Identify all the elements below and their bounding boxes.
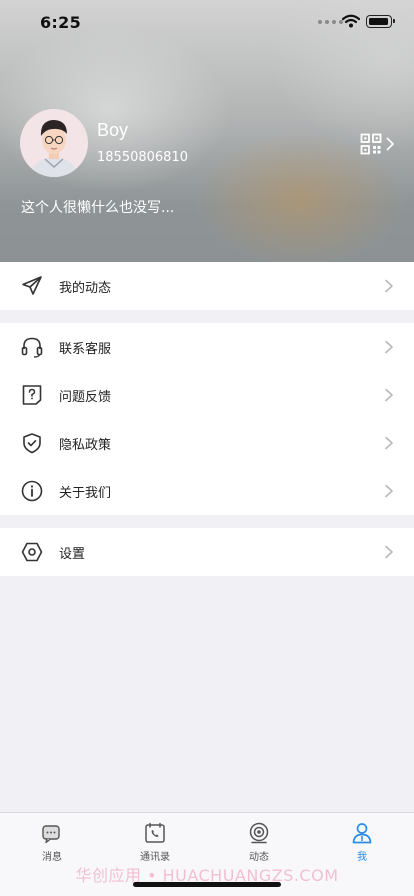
menu-item-label: 问题反馈 bbox=[59, 390, 112, 405]
menu-item-about-us[interactable]: 关于我们 bbox=[0, 467, 414, 515]
tab-label: 消息 bbox=[42, 852, 62, 863]
tab-contacts[interactable]: 通讯录 bbox=[103, 813, 207, 867]
tab-label: 动态 bbox=[249, 852, 269, 863]
menu-item-label: 关于我们 bbox=[59, 486, 112, 501]
person-icon bbox=[352, 823, 372, 844]
menu-group-settings: 设置 bbox=[0, 528, 414, 576]
menu-item-label: 联系客服 bbox=[59, 342, 112, 357]
qr-code-icon bbox=[360, 133, 382, 155]
chevron-right-icon bbox=[385, 545, 393, 559]
profile-header: 6:25 Boy 18550806810 这个人很懒什么也没写... bbox=[0, 0, 414, 262]
tab-messages[interactable]: 消息 bbox=[0, 813, 104, 867]
chevron-right-icon bbox=[386, 137, 394, 151]
tab-me[interactable]: 我 bbox=[310, 813, 414, 867]
menu-item-feedback[interactable]: 问题反馈 bbox=[0, 371, 414, 419]
chevron-right-icon bbox=[385, 388, 393, 402]
avatar[interactable] bbox=[20, 109, 88, 177]
cellular-signal-icon bbox=[318, 20, 343, 24]
user-name: Boy bbox=[97, 120, 129, 140]
chevron-right-icon bbox=[385, 279, 393, 293]
menu-item-my-dynamics[interactable]: 我的动态 bbox=[0, 262, 414, 310]
status-bar: 6:25 bbox=[0, 0, 414, 44]
menu-item-label: 设置 bbox=[59, 547, 86, 562]
battery-icon bbox=[366, 15, 395, 28]
settings-hexagon-icon bbox=[21, 542, 43, 562]
contacts-icon bbox=[145, 822, 165, 843]
user-bio: 这个人很懒什么也没写... bbox=[21, 200, 175, 216]
menu-item-contact-support[interactable]: 联系客服 bbox=[0, 323, 414, 371]
feedback-icon bbox=[22, 385, 42, 405]
tab-label: 我 bbox=[357, 852, 367, 863]
home-indicator bbox=[133, 882, 281, 887]
tab-label: 通讯录 bbox=[140, 852, 170, 863]
menu-item-label: 我的动态 bbox=[59, 281, 112, 296]
message-icon bbox=[42, 825, 60, 844]
chevron-right-icon bbox=[385, 340, 393, 354]
chevron-right-icon bbox=[385, 484, 393, 498]
info-icon bbox=[21, 480, 43, 502]
user-phone: 18550806810 bbox=[97, 150, 188, 165]
send-icon bbox=[22, 276, 42, 295]
menu-item-privacy-policy[interactable]: 隐私政策 bbox=[0, 419, 414, 467]
menu-group-dynamics: 我的动态 bbox=[0, 262, 414, 310]
headset-icon bbox=[21, 337, 43, 358]
status-time: 6:25 bbox=[40, 13, 81, 32]
shield-check-icon bbox=[23, 433, 41, 454]
menu-item-label: 隐私政策 bbox=[59, 438, 112, 453]
camera-icon bbox=[249, 822, 269, 844]
menu-item-settings[interactable]: 设置 bbox=[0, 528, 414, 576]
menu-group-support: 联系客服 问题反馈 隐私政策 关于我们 bbox=[0, 323, 414, 515]
wifi-icon bbox=[342, 14, 360, 28]
qr-code-button[interactable] bbox=[360, 132, 398, 156]
tab-dynamics[interactable]: 动态 bbox=[207, 813, 311, 867]
chevron-right-icon bbox=[385, 436, 393, 450]
